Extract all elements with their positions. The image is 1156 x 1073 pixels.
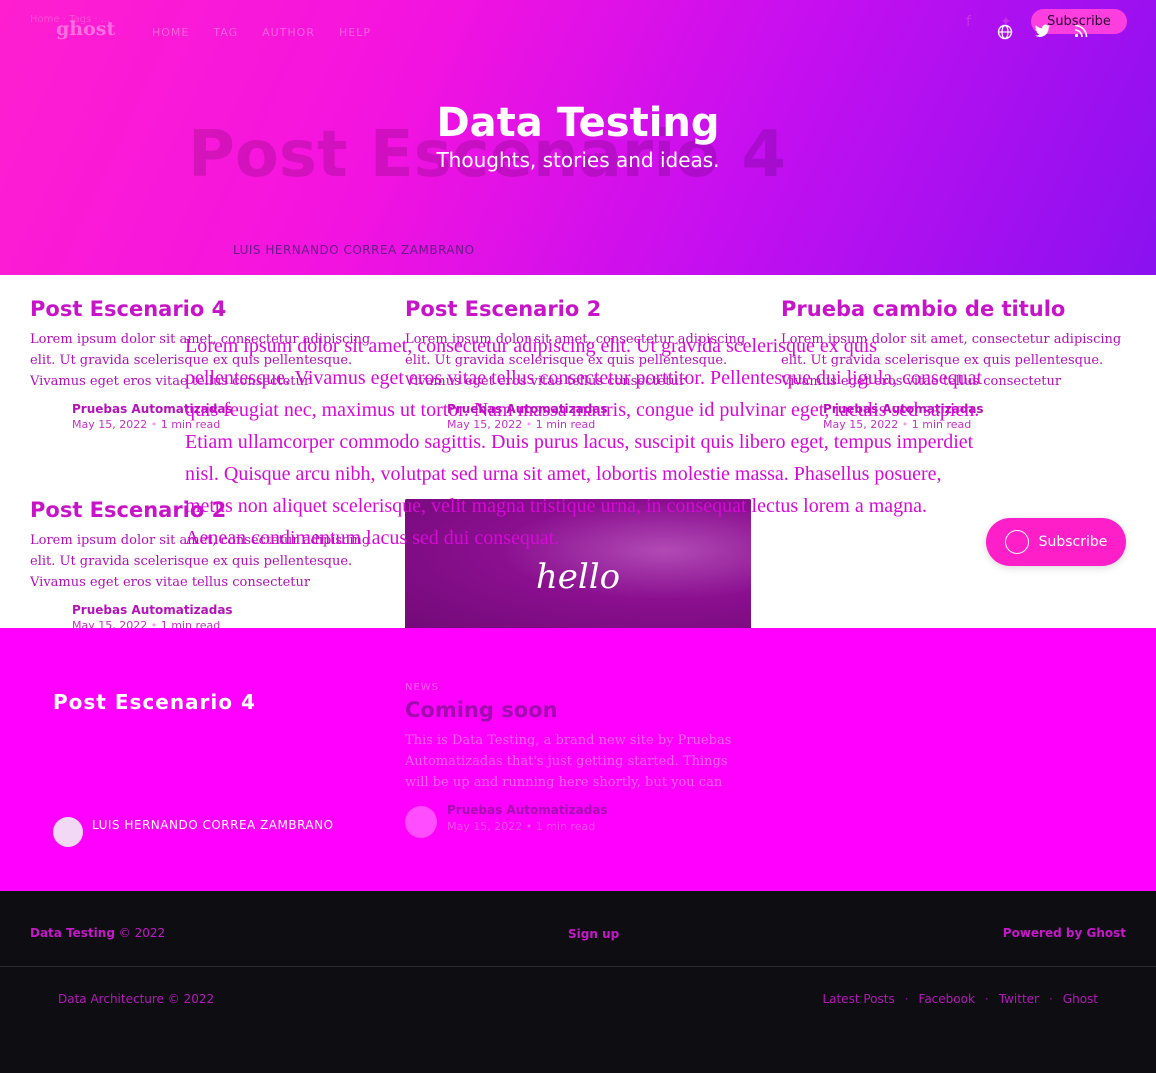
nav-tag[interactable]: TAG	[213, 26, 238, 39]
post-date: May 15, 2022	[72, 418, 148, 432]
feature-image-text: hello	[535, 557, 621, 597]
overlay-paragraph: Lorem ipsum dolor sit amet, consectetur …	[185, 335, 983, 549]
separator-dot: ·	[904, 992, 909, 1006]
footer-link-latest-posts[interactable]: Latest Posts	[822, 992, 894, 1006]
globe-icon[interactable]	[996, 24, 1014, 44]
subscribe-portal-button[interactable]: Subscribe	[986, 518, 1126, 566]
post-card-title[interactable]: Post Escenario 2	[405, 297, 755, 321]
twitter-icon[interactable]	[1034, 24, 1052, 44]
site-header: Home · Tags · ... ghost HOME TAG AUTHOR …	[0, 0, 1156, 275]
coming-soon-author[interactable]: Pruebas Automatizadas	[447, 803, 608, 817]
separator-dot: ·	[984, 992, 989, 1006]
coming-soon-meta: May 15, 2022 • 1 min read	[447, 820, 596, 833]
facebook-icon[interactable]: f	[966, 14, 986, 32]
footer-link-twitter[interactable]: Twitter	[999, 992, 1039, 1006]
post-card-author[interactable]: Pruebas Automatizadas	[30, 603, 380, 617]
footer-bottom-copyright: Data Architecture © 2022	[58, 992, 215, 1006]
band-author[interactable]: LUIS HERNANDO CORREA ZAMBRANO	[92, 818, 334, 832]
site-description: Thoughts, stories and ideas.	[436, 148, 720, 172]
footer-links: Latest Posts · Facebook · Twitter · Ghos…	[822, 992, 1098, 1006]
footer-site-link[interactable]: Data Testing	[30, 926, 115, 940]
footer-link-facebook[interactable]: Facebook	[919, 992, 975, 1006]
footer-year: © 2022	[118, 926, 166, 940]
nav-help[interactable]: HELP	[339, 26, 371, 39]
nav-home[interactable]: HOME	[152, 26, 189, 39]
subscribe-portal-label: Subscribe	[1038, 534, 1108, 550]
coming-soon-excerpt: This is Data Testing, a brand new site b…	[405, 733, 732, 790]
avatar[interactable]	[53, 817, 83, 847]
post-card-title[interactable]: Prueba cambio de titulo	[781, 297, 1131, 321]
band-post-title[interactable]: Post Escenario 4	[53, 690, 256, 714]
read-time: 1 min read	[535, 820, 596, 833]
footer-copyright: Data Testing © 2022	[30, 926, 165, 940]
footer-bottom	[0, 967, 1156, 1073]
site-logo[interactable]: ghost	[56, 18, 115, 40]
coming-soon-title[interactable]: Coming soon	[405, 698, 558, 722]
footer-link-ghost[interactable]: Ghost	[1063, 992, 1098, 1006]
separator-dot: ·	[1048, 992, 1053, 1006]
subscribe-icon	[1004, 530, 1029, 554]
hero-author[interactable]: LUIS HERNANDO CORREA ZAMBRANO	[233, 243, 475, 257]
post-tag[interactable]: NEWS	[405, 682, 439, 693]
post-card-title[interactable]: Post Escenario 4	[30, 297, 380, 321]
footer-powered-by[interactable]: Powered by Ghost	[1003, 926, 1126, 940]
post-date: May 15, 2022	[447, 820, 523, 833]
nav-author[interactable]: AUTHOR	[262, 26, 315, 39]
social-icons	[996, 24, 1090, 44]
avatar[interactable]	[405, 806, 437, 838]
site-title: Data Testing	[436, 100, 720, 146]
footer-signup-link[interactable]: Sign up	[568, 927, 619, 941]
main-nav: HOME TAG AUTHOR HELP	[152, 26, 371, 39]
rss-icon[interactable]	[1072, 24, 1090, 44]
